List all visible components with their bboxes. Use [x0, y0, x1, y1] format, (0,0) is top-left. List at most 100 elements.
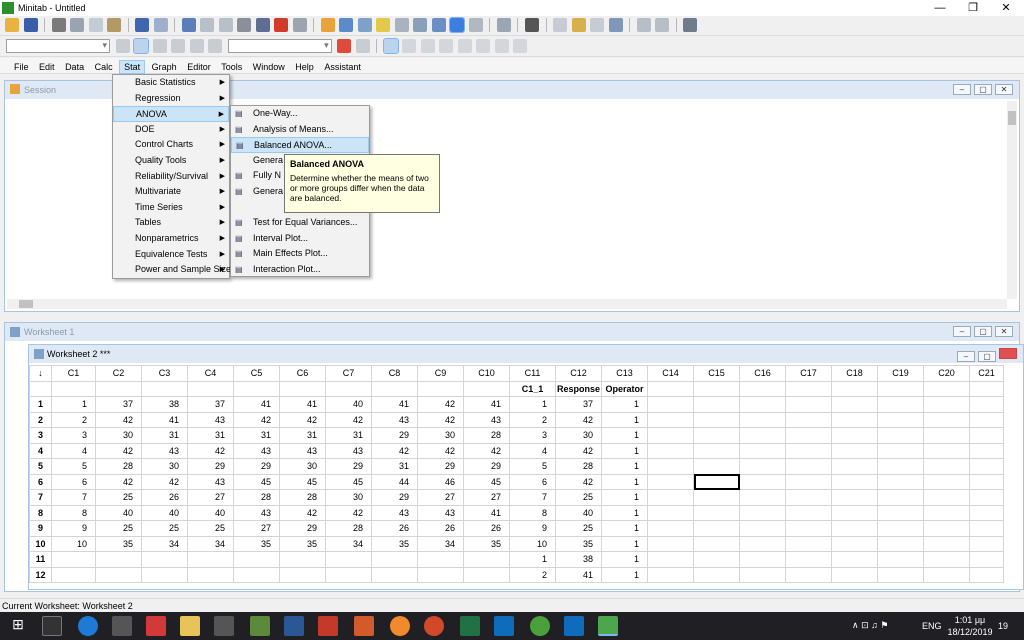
- column-name-cell[interactable]: [325, 380, 372, 397]
- minimize-button[interactable]: —: [924, 0, 956, 16]
- table-cell[interactable]: 35: [371, 535, 418, 552]
- column-header[interactable]: C4: [187, 365, 234, 382]
- move-up-icon[interactable]: [200, 18, 215, 32]
- table-cell[interactable]: [739, 551, 786, 568]
- table-cell[interactable]: 42: [325, 411, 372, 428]
- table-cell[interactable]: 35: [463, 535, 510, 552]
- annotation-select-icon[interactable]: [382, 38, 399, 54]
- table-cell[interactable]: 5: [509, 458, 556, 475]
- table-cell[interactable]: 26: [371, 520, 418, 537]
- anova-menu-item-main-effects-plot-[interactable]: ▤ Main Effects Plot...: [231, 246, 369, 262]
- column-header[interactable]: C3: [141, 365, 188, 382]
- table-cell[interactable]: [877, 566, 924, 583]
- table-cell[interactable]: [831, 566, 878, 583]
- table-cell[interactable]: 25: [95, 520, 142, 537]
- table-cell[interactable]: [647, 520, 694, 537]
- table-cell[interactable]: 41: [233, 396, 280, 413]
- table-cell[interactable]: 31: [187, 427, 234, 444]
- column-header[interactable]: C20: [923, 365, 970, 382]
- table-cell[interactable]: [923, 504, 970, 521]
- table-cell[interactable]: 1: [51, 396, 96, 413]
- table-cell[interactable]: [647, 473, 694, 490]
- column-header[interactable]: C14: [647, 365, 694, 382]
- table-cell[interactable]: [831, 458, 878, 475]
- table-cell[interactable]: 1: [601, 396, 648, 413]
- info-icon[interactable]: [255, 18, 270, 32]
- copy-icon[interactable]: [88, 18, 103, 32]
- table-cell[interactable]: 42: [371, 442, 418, 459]
- table-cell[interactable]: 45: [463, 473, 510, 490]
- table-cell[interactable]: 1: [601, 566, 648, 583]
- table-cell[interactable]: 1: [601, 427, 648, 444]
- table-cell[interactable]: 41: [555, 566, 602, 583]
- store-icon[interactable]: [112, 616, 132, 636]
- table-cell[interactable]: [969, 473, 1004, 490]
- table-cell[interactable]: 42: [463, 442, 510, 459]
- table-cell[interactable]: [923, 442, 970, 459]
- table-cell[interactable]: [877, 396, 924, 413]
- table-cell[interactable]: 29: [417, 458, 464, 475]
- table-cell[interactable]: [969, 566, 1004, 583]
- close-graphs-icon[interactable]: [496, 18, 511, 32]
- table-cell[interactable]: [831, 411, 878, 428]
- table-cell[interactable]: 28: [279, 489, 326, 506]
- worksheet-grid[interactable]: ↓ C1 C2 C3 C4 C5 C6 C7 C8 C9 C10 C11 C12 C13 C14 C15 C16…: [29, 365, 1004, 583]
- table-cell[interactable]: [877, 520, 924, 537]
- table-cell[interactable]: 43: [463, 411, 510, 428]
- app-icon[interactable]: [354, 616, 374, 636]
- anova-menu-item-interval-plot-[interactable]: ▤ Interval Plot...: [231, 231, 369, 247]
- stat-menu-item-doe[interactable]: DOE ▶: [113, 122, 229, 138]
- table-cell[interactable]: 1: [601, 442, 648, 459]
- table-cell[interactable]: 41: [463, 396, 510, 413]
- cascade-icon[interactable]: [468, 18, 483, 32]
- close-button[interactable]: ✕: [990, 0, 1022, 16]
- stat-menu-item-anova[interactable]: ANOVA ▶: [113, 106, 229, 122]
- help-icon[interactable]: [292, 18, 307, 32]
- row-number[interactable]: 12: [29, 566, 52, 583]
- row-number[interactable]: 10: [29, 535, 52, 552]
- column-header[interactable]: C10: [463, 365, 510, 382]
- session-vertical-scrollbar[interactable]: [1007, 101, 1017, 299]
- table-cell[interactable]: 1: [601, 411, 648, 428]
- table-cell[interactable]: 40: [555, 504, 602, 521]
- table-cell[interactable]: 26: [417, 520, 464, 537]
- table-cell[interactable]: 43: [325, 442, 372, 459]
- anova-menu-item-interaction-plot-[interactable]: ▤ Interaction Plot...: [231, 262, 369, 278]
- table-cell[interactable]: 27: [187, 489, 234, 506]
- table-cell[interactable]: 41: [371, 396, 418, 413]
- table-cell[interactable]: [785, 551, 832, 568]
- table-cell[interactable]: [831, 442, 878, 459]
- table-cell[interactable]: [647, 504, 694, 521]
- clock-date[interactable]: 18/12/2019: [944, 627, 996, 637]
- row-number[interactable]: 1: [29, 396, 52, 413]
- stat-menu-item-regression[interactable]: Regression ▶: [113, 91, 229, 107]
- table-cell[interactable]: 42: [95, 442, 142, 459]
- session-minimize-button[interactable]: –: [953, 84, 971, 95]
- table-cell[interactable]: 7: [509, 489, 556, 506]
- table-cell[interactable]: 29: [233, 458, 280, 475]
- table-cell[interactable]: [693, 566, 740, 583]
- text-tool-icon[interactable]: [402, 39, 417, 53]
- table-cell[interactable]: 27: [233, 520, 280, 537]
- table-cell[interactable]: 31: [279, 427, 326, 444]
- table-cell[interactable]: [693, 442, 740, 459]
- table-cell[interactable]: [647, 535, 694, 552]
- table-cell[interactable]: 40: [141, 504, 188, 521]
- table-cell[interactable]: 35: [555, 535, 602, 552]
- open-icon[interactable]: [5, 18, 19, 32]
- table-cell[interactable]: 29: [187, 458, 234, 475]
- table-cell[interactable]: 41: [463, 504, 510, 521]
- table-cell[interactable]: 29: [325, 458, 372, 475]
- table-cell[interactable]: 28: [95, 458, 142, 475]
- table-cell[interactable]: 5: [51, 458, 96, 475]
- table-cell[interactable]: [693, 396, 740, 413]
- app-icon[interactable]: [250, 616, 270, 636]
- table-cell[interactable]: 6: [51, 473, 96, 490]
- menu-stat[interactable]: Stat: [119, 60, 146, 74]
- table-cell[interactable]: 43: [141, 442, 188, 459]
- table-cell[interactable]: [647, 427, 694, 444]
- table-cell[interactable]: [785, 504, 832, 521]
- menu-graph[interactable]: Graph: [148, 61, 181, 73]
- table-cell[interactable]: 42: [95, 473, 142, 490]
- menu-window[interactable]: Window: [249, 61, 289, 73]
